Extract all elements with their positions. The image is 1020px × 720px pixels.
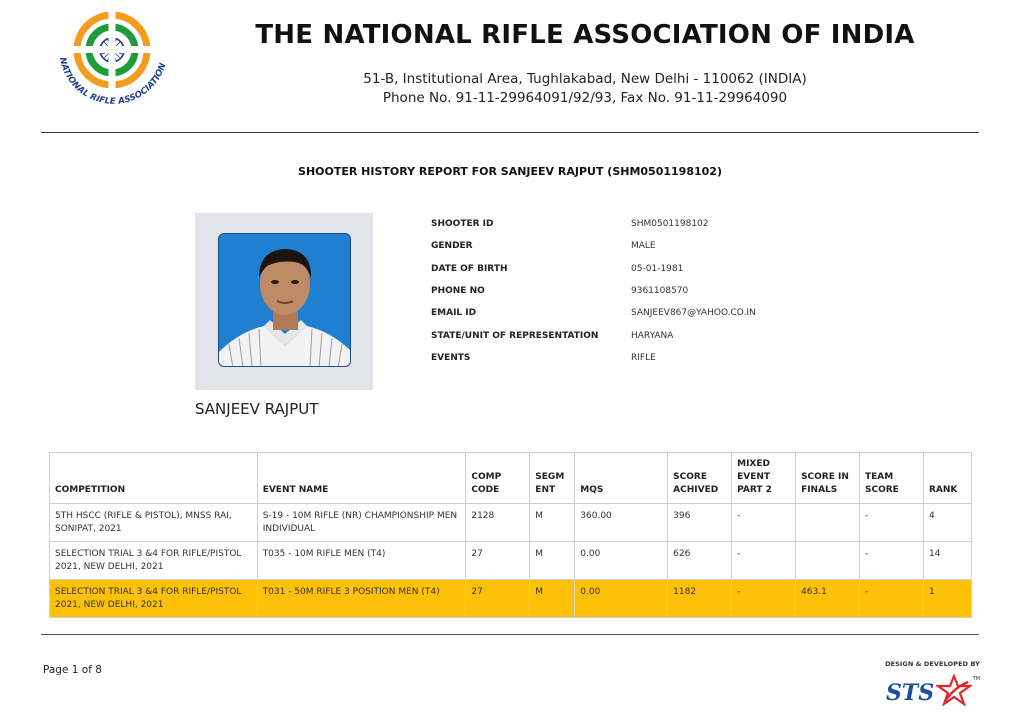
detail-value: SANJEEV867@YAHOO.CO.IN [631,308,756,319]
cell-score: 1182 [667,579,733,618]
detail-row-gender: GENDER MALE [425,235,985,257]
cell-segment: M [529,579,576,618]
cell-mqs: 0.00 [574,541,669,580]
footer-divider [41,634,979,635]
cell-finals [795,541,861,580]
col-header-mixed-event: MIXED EVENT PART 2 [731,452,797,504]
cell-comp-code: 2128 [465,503,531,542]
table-row: 5TH HSCC (RIFLE & PISTOL), MNSS RAI, SON… [49,503,973,542]
cell-competition: SELECTION TRIAL 3 &4 FOR RIFLE/PISTOL 20… [49,541,258,580]
cell-event-name: S-19 - 10M RIFLE (NR) CHAMPIONSHIP MEN I… [256,503,467,542]
table-row-highlighted: SELECTION TRIAL 3 &4 FOR RIFLE/PISTOL 20… [49,579,973,618]
cell-mqs: 0.00 [574,579,669,618]
cell-mixed: - [731,503,797,542]
cell-score: 396 [667,503,733,542]
detail-label: GENDER [431,241,473,252]
detail-label: SHOOTER ID [431,219,494,230]
detail-value: SHM0501198102 [631,219,709,230]
detail-row-state: STATE/UNIT OF REPRESENTATION HARYANA [425,324,985,346]
cell-mqs: 360.00 [574,503,669,542]
cell-competition: 5TH HSCC (RIFLE & PISTOL), MNSS RAI, SON… [49,503,258,542]
trademark-mark: TM [972,676,980,682]
sts-brand-logo: DESIGN & DEVELOPED BY STS TM [880,660,980,715]
col-header-segment: SEGM ENT [529,452,576,504]
cell-segment: M [529,541,576,580]
org-phone: Phone No. 91-11-29964091/92/93, Fax No. … [382,90,788,106]
detail-label: PHONE NO [431,286,485,297]
table-header-row: COMPETITION EVENT NAME COMP CODE SEGM EN… [49,452,973,504]
brand-name: STS [886,680,935,706]
detail-label: EMAIL ID [431,308,477,319]
cell-event-name: T031 - 50M RIFLE 3 POSITION MEN (T4) [256,579,467,618]
detail-value: 05-01-1981 [631,263,684,274]
cell-team: - [859,579,924,618]
header-divider [41,132,979,133]
cell-rank: 14 [922,541,973,580]
col-header-comp-code: COMP CODE [465,452,531,504]
star-icon [936,674,972,706]
col-header-rank: RANK [922,452,973,504]
col-header-event-name: EVENT NAME [256,452,467,504]
detail-value: RIFLE [631,352,656,363]
col-header-finals: SCORE IN FINALS [795,452,861,504]
org-title: THE NATIONAL RIFLE ASSOCIATION OF INDIA [255,20,915,50]
detail-label: STATE/UNIT OF REPRESENTATION [431,330,599,341]
detail-label: EVENTS [431,352,471,363]
table-row: SELECTION TRIAL 3 &4 FOR RIFLE/PISTOL 20… [49,541,973,580]
credit-caption: DESIGN & DEVELOPED BY [885,660,980,668]
detail-row-email: EMAIL ID SANJEEV867@YAHOO.CO.IN [425,302,985,324]
detail-row-phone: PHONE NO 9361108570 [425,280,985,302]
detail-row-shooter-id: SHOOTER ID SHM0501198102 [425,213,985,235]
cell-score: 626 [667,541,733,580]
cell-competition: SELECTION TRIAL 3 &4 FOR RIFLE/PISTOL 20… [49,579,258,618]
cell-mixed: - [731,541,797,580]
org-address: 51-B, Institutional Area, Tughlakabad, N… [363,71,807,87]
detail-row-dob: DATE OF BIRTH 05-01-1981 [425,258,985,280]
report-title: SHOOTER HISTORY REPORT FOR SANJEEV RAJPU… [298,165,722,178]
shooter-details: SHOOTER ID SHM0501198102 GENDER MALE DAT… [425,213,985,369]
cell-rank: 4 [922,503,973,542]
history-table: COMPETITION EVENT NAME COMP CODE SEGM EN… [49,452,973,618]
detail-value: MALE [631,241,656,252]
cell-team: - [859,503,924,542]
cell-comp-code: 27 [465,579,531,618]
col-header-score: SCORE ACHIVED [667,452,733,504]
detail-label: DATE OF BIRTH [431,263,508,274]
shooter-name: SANJEEV RAJPUT [195,400,319,418]
col-header-team-score: TEAM SCORE [859,452,924,504]
shooter-photo [218,233,351,367]
col-header-competition: COMPETITION [49,452,258,504]
cell-team: - [859,541,924,580]
cell-segment: M [529,503,576,542]
col-header-mqs: MQS [574,452,669,504]
cell-finals: 463.1 [795,579,861,618]
cell-rank: 1 [922,579,973,618]
cell-event-name: T035 - 10M RIFLE MEN (T4) [256,541,467,580]
cell-comp-code: 27 [465,541,531,580]
page-number: Page 1 of 8 [43,664,102,676]
cell-finals [795,503,861,542]
detail-value: HARYANA [631,330,674,341]
detail-value: 9361108570 [631,286,689,297]
detail-row-events: EVENTS RIFLE [425,347,985,369]
org-address-block: 51-B, Institutional Area, Tughlakabad, N… [200,70,970,108]
nrai-logo: NATIONAL RIFLE ASSOCIATION OF INDIA [48,1,174,126]
cell-mixed: - [731,579,797,618]
